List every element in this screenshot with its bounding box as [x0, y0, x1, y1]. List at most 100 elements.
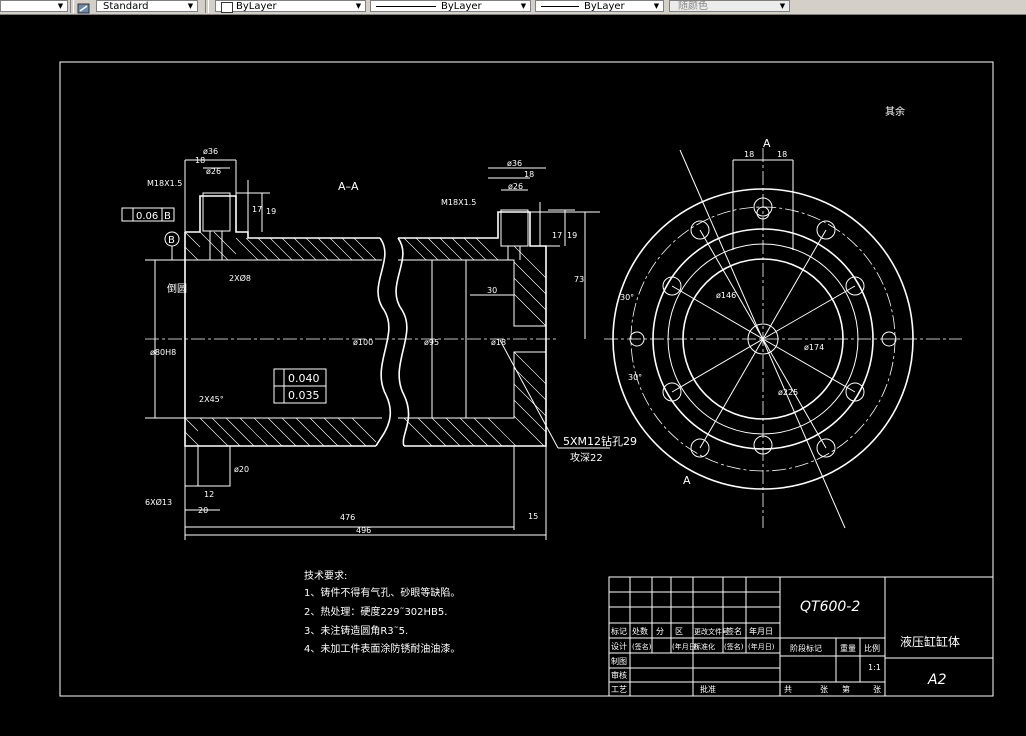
dim-476: 476 [340, 513, 355, 522]
view-label-a-top: A [763, 137, 771, 150]
header-date: 年月日 [749, 626, 773, 636]
row-design: 设计 [611, 641, 627, 651]
dimension-lines [145, 159, 610, 540]
stage-mark: 阶段标记 [790, 643, 822, 653]
total-label: 共 [784, 685, 792, 694]
tech-item: 1、铸件不得有气孔、砂眼等缺陷。 [304, 586, 460, 599]
dim-bore: ø80H8 [150, 348, 176, 357]
header-count: 处数 [632, 626, 648, 636]
dim-d95: ø95 [424, 338, 439, 347]
row-draw: 制图 [611, 656, 627, 666]
row-standard: 标准化 [694, 642, 715, 651]
dim-18b: 18 [777, 150, 787, 159]
datum-b: B [168, 235, 175, 246]
chevron-down-icon[interactable]: ▼ [55, 1, 66, 11]
lineweight-value: ByLayer [584, 1, 625, 12]
dim-round: 倒圆 [167, 283, 187, 295]
color-swatch-icon [221, 2, 233, 13]
dim-18-left: 18 [195, 156, 205, 165]
row-process: 工艺 [611, 685, 627, 694]
dim-d100: ø100 [353, 338, 373, 347]
header-change: 更改文件号 [694, 627, 729, 636]
chevron-down-icon[interactable]: ▼ [651, 1, 662, 11]
title-block: QT600-2 液压缸缸体 A2 标记 处数 分 区 更改文件号 签名 年月日 … [608, 576, 994, 697]
dim-chamfer: 2X45° [199, 395, 224, 404]
linetype-sample [376, 6, 436, 7]
chevron-down-icon[interactable]: ▼ [185, 1, 196, 11]
row-standard-date: (年月日) [748, 642, 775, 651]
row-design-sign: (签名) [632, 642, 652, 651]
dim-d146: ø146 [716, 291, 736, 300]
page-unit-label: 张 [873, 685, 881, 694]
dim-holes6: 6XØ13 [145, 497, 172, 507]
tolerance-2: 0.035 [288, 389, 320, 402]
dim-d26-left: ø26 [206, 167, 221, 176]
plot-style-value: 随颜色 [678, 1, 708, 12]
header-zone: 区 [675, 627, 683, 636]
section-hatch-lower [184, 351, 547, 447]
dim-15: 15 [528, 512, 538, 521]
text-style-icon[interactable] [77, 0, 91, 14]
toolbar-separator [205, 0, 209, 13]
dim-angle-2: 30° [628, 373, 642, 382]
text-style-value: Standard [103, 1, 149, 12]
layer-value: ByLayer [236, 1, 277, 12]
dim-17-right: 17 [552, 231, 562, 240]
datum-ref: B [164, 211, 171, 222]
dim-hole: 2XØ8 [229, 273, 251, 283]
tech-item: 4、未加工件表面涂防锈耐油油漆。 [304, 642, 460, 655]
section-label: A–A [338, 180, 359, 193]
part-name: 液压缸缸体 [900, 634, 960, 649]
dim-angle-1: 30° [620, 293, 634, 302]
dim-d26-right: ø26 [508, 182, 523, 191]
properties-toolbar: ▼ Standard ▼ ByLayer ▼ ByLayer ▼ ByLayer… [0, 0, 1026, 15]
dim-d36-left: ø36 [203, 147, 218, 156]
section-view-a-a: 0.06 B B 0.040 0.035 A–A ø36 18 ø26 M18X… [121, 147, 637, 540]
dim-18a: 18 [744, 150, 754, 159]
lineweight-sample [541, 6, 579, 7]
dim-d18: ø18 [491, 338, 506, 347]
tolerance-1: 0.040 [288, 372, 320, 385]
scale-value: 1:1 [868, 663, 881, 672]
plot-style-select[interactable]: 随颜色 ▼ [669, 0, 790, 12]
header-sign: 签名 [726, 626, 742, 636]
roughness-note: 其余 [885, 105, 905, 118]
dim-496: 496 [356, 526, 371, 535]
material-text: QT600-2 [800, 599, 860, 615]
dim-m18-right: M18X1.5 [441, 198, 476, 207]
previous-combo[interactable]: ▼ [0, 0, 68, 12]
row-standard-sign: (签名) [724, 642, 744, 651]
chevron-down-icon[interactable]: ▼ [353, 1, 364, 11]
end-view: A A 18 18 ø146 ø174 ø225 30° 30° 其余 [604, 105, 962, 529]
chevron-down-icon[interactable]: ▼ [777, 1, 788, 11]
sheet-label: 张 [820, 685, 828, 694]
text-style-select[interactable]: Standard ▼ [96, 0, 198, 12]
dim-d20: ø20 [234, 465, 249, 474]
dim-20: 20 [198, 506, 208, 515]
dim-19-left: 19 [266, 207, 276, 216]
technical-requirements: 技术要求: 1、铸件不得有气孔、砂眼等缺陷。 2、热处理：硬度229˜302HB… [304, 569, 460, 655]
dim-18-right: 18 [524, 170, 534, 179]
dim-12: 12 [204, 490, 214, 499]
row-approve: 批准 [700, 684, 716, 694]
dim-d174: ø174 [804, 343, 824, 352]
flatness-frame: 0.06 B B [121, 207, 180, 260]
drawing-canvas[interactable]: 0.06 B B 0.040 0.035 A–A ø36 18 ø26 M18X… [21, 15, 1026, 736]
dim-d225: ø225 [778, 388, 798, 397]
dim-19-right: 19 [567, 231, 577, 240]
linetype-select[interactable]: ByLayer ▼ [370, 0, 531, 12]
chevron-down-icon[interactable]: ▼ [518, 1, 529, 11]
tech-item: 2、热处理：硬度229˜302HB5. [304, 605, 447, 618]
toolbar-separator [70, 0, 74, 13]
tech-title: 技术要求: [304, 569, 347, 582]
dim-m18-left: M18X1.5 [147, 179, 182, 188]
thread-note: 5XM12钻孔29 [563, 434, 637, 448]
thread-note-2: 攻深22 [570, 451, 603, 464]
page-label: 第 [842, 684, 850, 694]
tolerance-frame: 0.040 0.035 [273, 368, 327, 404]
weight-label: 重量 [840, 643, 856, 653]
lineweight-select[interactable]: ByLayer ▼ [535, 0, 664, 12]
linetype-value: ByLayer [441, 1, 482, 12]
cylinder-outline [184, 195, 380, 447]
layer-select[interactable]: ByLayer ▼ [215, 0, 366, 13]
